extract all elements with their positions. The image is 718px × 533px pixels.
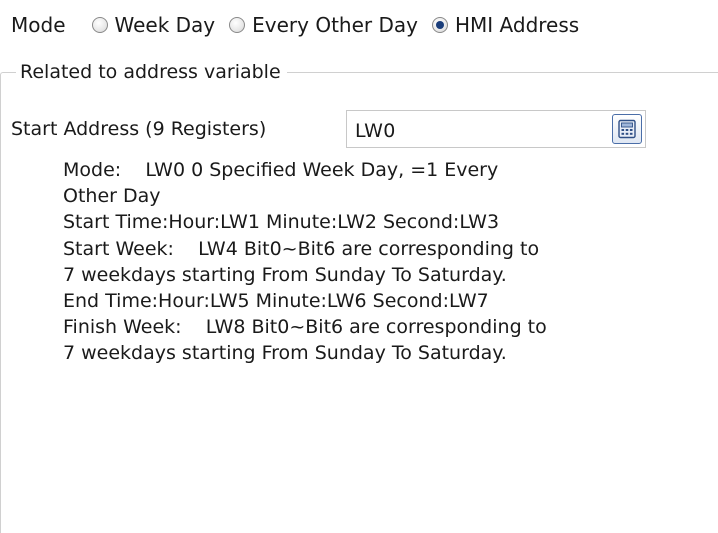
groupbox-title: Related to address variable xyxy=(16,60,287,84)
description-line: 7 weekdays starting From Sunday To Satur… xyxy=(63,342,507,365)
radio-hmi-address-circle[interactable] xyxy=(432,17,448,33)
radio-hmi-address-label[interactable]: HMI Address xyxy=(455,13,579,37)
description-line: 7 weekdays starting From Sunday To Satur… xyxy=(63,263,507,286)
start-address-input[interactable]: LW0 xyxy=(346,110,646,148)
radio-every-other-day[interactable]: Every Other Day xyxy=(229,13,418,37)
start-address-label: Start Address (9 Registers) xyxy=(11,118,267,140)
description-line: End Time:Hour:LW5 Minute:LW6 Second:LW7 xyxy=(63,290,489,313)
radio-week-day-circle[interactable] xyxy=(91,17,108,33)
radio-every-other-day-label[interactable]: Every Other Day xyxy=(252,13,418,37)
mode-label: Mode xyxy=(11,13,66,37)
start-address-value[interactable]: LW0 xyxy=(355,120,396,142)
calculator-button[interactable] xyxy=(612,114,642,144)
description-line: Start Week: LW4 Bit0~Bit6 are correspond… xyxy=(63,237,540,260)
description-line: Finish Week: LW8 Bit0~Bit6 are correspon… xyxy=(63,316,547,339)
mode-row: Mode Week Day Every Other Day HMI Addres… xyxy=(11,8,593,42)
radio-week-day[interactable]: Week Day xyxy=(91,13,216,37)
calculator-icon xyxy=(618,119,636,139)
radio-every-other-day-circle[interactable] xyxy=(229,17,246,33)
radio-week-day-label[interactable]: Week Day xyxy=(115,13,216,37)
address-description: Mode: LW0 0 Specified Week Day, =1 Every… xyxy=(63,157,708,367)
radio-hmi-address[interactable]: HMI Address xyxy=(432,13,579,37)
description-line: Start Time:Hour:LW1 Minute:LW2 Second:LW… xyxy=(63,211,500,234)
description-line: Other Day xyxy=(63,185,161,208)
description-line: Mode: LW0 0 Specified Week Day, =1 Every xyxy=(63,159,499,181)
